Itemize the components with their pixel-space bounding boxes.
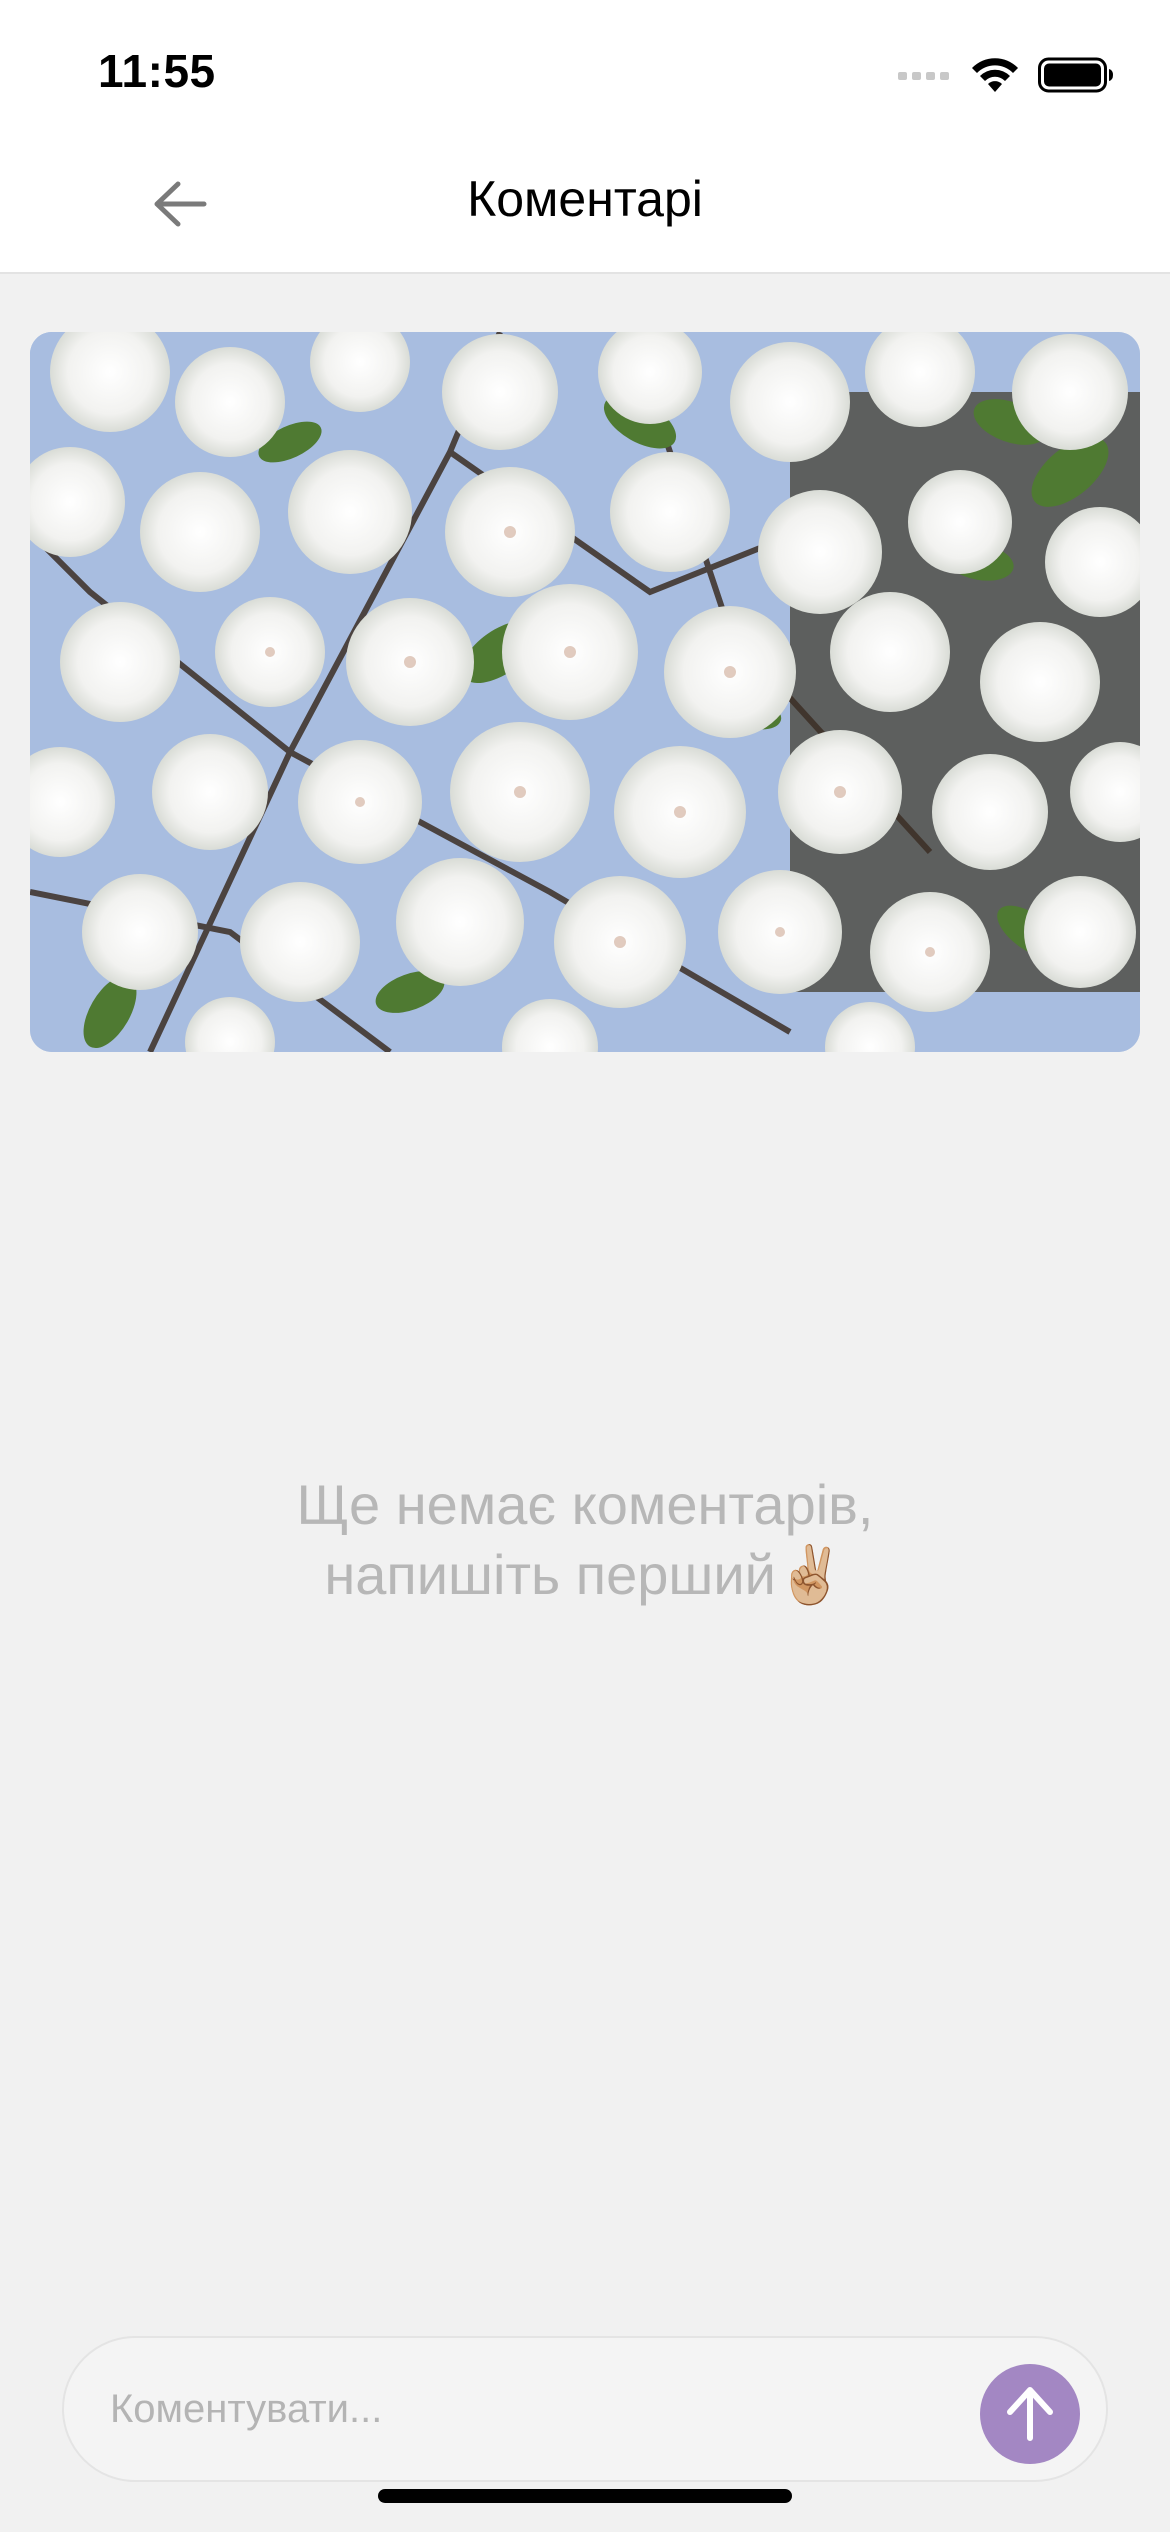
- cherry-blossom-image: [30, 332, 1140, 1052]
- comment-composer: [62, 2336, 1108, 2482]
- arrow-up-icon: [1007, 2387, 1053, 2441]
- empty-comments-message: Ще немає коментарів, напишіть перший✌🏼: [0, 1470, 1170, 1610]
- status-icons: [898, 52, 1114, 98]
- home-indicator: [378, 2489, 792, 2503]
- page-title: Коментарі: [467, 171, 703, 227]
- comment-input[interactable]: [110, 2374, 930, 2444]
- navigation-header: Коментарі: [0, 140, 1170, 274]
- cellular-signal-icon: [898, 72, 949, 80]
- post-photo: [30, 332, 1140, 1052]
- empty-message-line-1: Ще немає коментарів,: [296, 1473, 874, 1536]
- empty-message-line-2: напишіть перший✌🏼: [324, 1543, 846, 1606]
- battery-icon: [1038, 57, 1113, 93]
- status-time: 11:55: [98, 45, 216, 97]
- status-bar: 11:55: [0, 0, 1170, 140]
- send-button[interactable]: [980, 2364, 1080, 2464]
- wifi-icon: [972, 58, 1018, 92]
